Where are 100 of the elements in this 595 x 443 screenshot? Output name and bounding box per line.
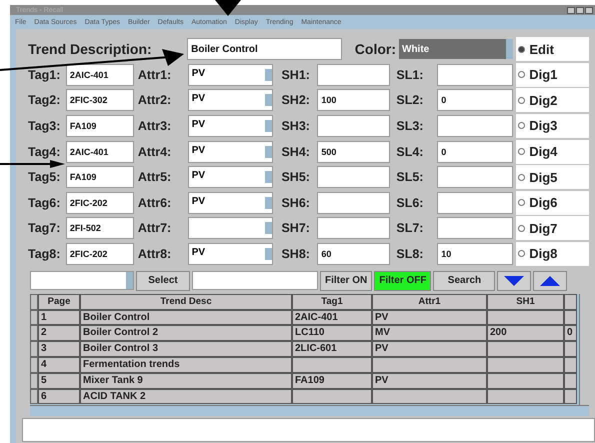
attribute-dropdown[interactable]: PV	[188, 140, 274, 163]
tag-field[interactable]: 2FIC-202	[66, 242, 134, 265]
attribute-dropdown[interactable]	[188, 217, 274, 240]
field-label: Attr2:	[138, 93, 172, 108]
table-cell: 2LIC-601	[292, 341, 372, 357]
field-label: Tag3:	[28, 118, 62, 133]
table-cell	[564, 388, 577, 404]
scale-high-field[interactable]	[317, 114, 390, 137]
field-label: SL2:	[396, 93, 424, 108]
scale-low-field[interactable]: 0	[437, 140, 514, 163]
table-cell: Fermentation trends	[80, 356, 292, 373]
close-button[interactable]	[585, 6, 593, 14]
table-cell: 2	[38, 325, 80, 342]
scale-high-field[interactable]: 60	[317, 242, 390, 265]
field-label: Trend Description:	[28, 41, 153, 57]
attribute-dropdown[interactable]: PV	[188, 89, 274, 112]
column-header[interactable]	[564, 294, 577, 310]
field-label: SH4:	[281, 144, 311, 159]
table-cell: Boiler Control 2	[80, 325, 292, 342]
row-header[interactable]	[30, 356, 38, 373]
scale-high-field[interactable]	[317, 64, 390, 86]
select-button[interactable]: Select	[136, 270, 190, 291]
scale-high-field[interactable]	[317, 217, 390, 240]
field-label: Tag6:	[28, 196, 62, 210]
row-header[interactable]	[30, 388, 38, 404]
filter-field[interactable]	[192, 271, 318, 290]
maximize-button[interactable]	[576, 6, 584, 14]
table-cell: 5	[38, 372, 80, 389]
scale-high-field[interactable]: 100	[317, 89, 390, 112]
tag-field[interactable]: FA109	[66, 114, 134, 137]
scale-high-field[interactable]: 500	[317, 140, 390, 163]
scale-low-field[interactable]	[437, 192, 514, 214]
field-label: SL5:	[396, 170, 424, 184]
column-header[interactable]: SH1	[487, 294, 564, 310]
scale-high-field[interactable]	[317, 192, 390, 214]
scale-low-field[interactable]	[437, 217, 514, 240]
field-label: Attr8:	[138, 246, 172, 261]
description-field[interactable]: Boiler Control	[187, 38, 342, 60]
tag-field[interactable]: FA109	[66, 166, 134, 188]
field-label: Color:	[354, 41, 397, 57]
tag-field[interactable]: 2AIC-401	[66, 140, 134, 163]
filter-dropdown[interactable]	[30, 271, 134, 290]
radio-option[interactable]: Dig3	[516, 114, 590, 138]
field-label: Tag8:	[28, 246, 62, 261]
field-label: SL6:	[396, 196, 424, 210]
search-button[interactable]: Search	[433, 270, 496, 291]
filter-button[interactable]: Filter OFF	[374, 270, 432, 291]
scale-low-field[interactable]	[437, 166, 514, 188]
table-cell: PV	[372, 310, 487, 326]
table-cell	[564, 372, 577, 389]
radio-option[interactable]: Dig5	[516, 165, 590, 190]
scroll-down-button[interactable]	[497, 270, 532, 291]
row-header[interactable]	[30, 341, 38, 357]
scale-high-field[interactable]	[317, 166, 390, 188]
tag-field[interactable]: 2FIC-302	[66, 89, 134, 112]
column-header[interactable]: Trend Desc	[80, 294, 292, 310]
column-header[interactable]: Attr1	[372, 294, 487, 310]
radio-option[interactable]: Dig8	[516, 242, 590, 266]
minimize-button[interactable]	[567, 6, 575, 14]
field-label: Attr6:	[138, 196, 172, 210]
down-triangle-icon	[504, 276, 524, 286]
field-label: SL3:	[396, 118, 424, 133]
attribute-dropdown[interactable]: PV	[188, 166, 274, 188]
field-label: Tag1:	[28, 68, 62, 82]
table-cell: LC110	[292, 325, 372, 342]
field-label: Attr1:	[138, 68, 172, 82]
radio-option[interactable]: Dig7	[516, 216, 590, 240]
radio-option[interactable]: Dig4	[516, 140, 590, 164]
attribute-dropdown[interactable]: PV	[188, 64, 274, 86]
column-header[interactable]: Page	[38, 294, 80, 310]
attribute-dropdown[interactable]: PV	[188, 114, 274, 137]
radio-option[interactable]: Dig6	[516, 190, 590, 215]
scroll-up-button[interactable]	[533, 270, 568, 291]
table-cell	[564, 341, 577, 357]
radio-option[interactable]: Dig1	[516, 62, 590, 87]
column-header[interactable]: Tag1	[292, 294, 372, 310]
row-header[interactable]	[30, 325, 38, 342]
color-dropdown[interactable]: White	[399, 39, 514, 59]
row-header[interactable]	[30, 372, 38, 389]
scale-low-field[interactable]: 0	[437, 89, 514, 112]
radio-option[interactable]: Edit	[516, 37, 589, 61]
field-label: Attr4:	[138, 144, 172, 159]
attribute-dropdown[interactable]: PV	[188, 242, 274, 265]
field-label: SL7:	[396, 221, 424, 236]
attribute-dropdown[interactable]: PV	[188, 192, 274, 214]
radio-option[interactable]: Dig2	[516, 88, 590, 112]
scale-low-field[interactable]	[437, 114, 514, 137]
scale-low-field[interactable]: 10	[437, 242, 514, 265]
tag-field[interactable]: 2FI-502	[66, 217, 134, 240]
filter-button[interactable]: Filter ON	[320, 270, 372, 291]
row-header[interactable]	[30, 310, 38, 326]
field-label: SH5:	[281, 170, 311, 184]
field-label: Attr7:	[138, 221, 172, 236]
scale-low-field[interactable]	[437, 64, 514, 86]
annotation-arrow	[0, 160, 65, 168]
table-cell: PV	[372, 341, 487, 357]
tag-field[interactable]: 2FIC-202	[66, 192, 134, 214]
row-header[interactable]	[30, 294, 38, 310]
tag-field[interactable]: 2AIC-401	[66, 64, 134, 86]
field-label: SL8:	[396, 246, 424, 261]
